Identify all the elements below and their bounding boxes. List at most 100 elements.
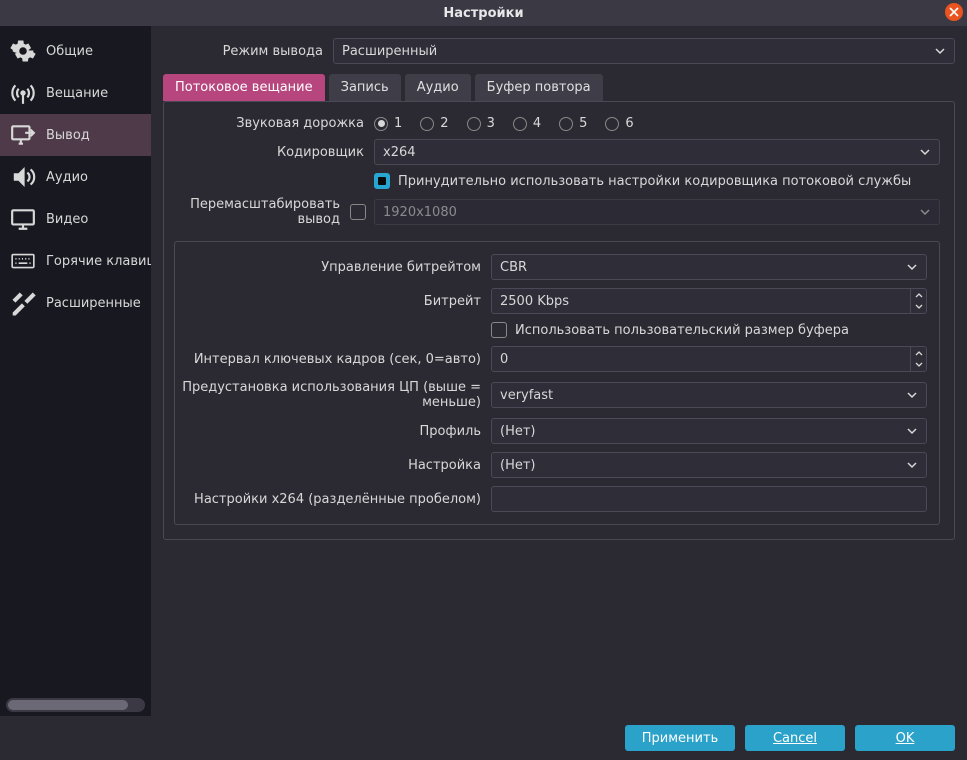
spinner-down[interactable] <box>911 301 926 313</box>
select-value: veryfast <box>500 388 906 403</box>
spinner-up[interactable] <box>911 289 926 301</box>
apply-button[interactable]: Применить <box>625 725 735 751</box>
sidebar: Общие Вещание Вывод Аудио Видео Горячие … <box>0 26 151 716</box>
enforce-encoder-checkbox[interactable] <box>374 173 390 189</box>
profile-select[interactable]: (Нет) <box>491 418 927 444</box>
chevron-down-icon <box>920 207 930 217</box>
tune-select[interactable]: (Нет) <box>491 452 927 478</box>
titlebar: Настройки <box>0 0 967 26</box>
rate-control-select[interactable]: CBR <box>491 254 927 280</box>
chevron-down-icon <box>920 147 930 157</box>
rescale-label: Перемасштабировать вывод <box>174 197 350 227</box>
ok-button[interactable]: OK <box>855 725 955 751</box>
radio-dot-icon <box>513 117 527 131</box>
spinner-up[interactable] <box>911 347 926 359</box>
sidebar-item-video[interactable]: Видео <box>0 198 151 240</box>
x264opts-input[interactable] <box>491 486 927 512</box>
sidebar-item-output[interactable]: Вывод <box>0 114 151 156</box>
sidebar-item-label: Аудио <box>46 170 88 185</box>
audio-track-6[interactable]: 6 <box>605 116 633 131</box>
scrollbar-thumb[interactable] <box>8 700 128 710</box>
chevron-down-icon <box>935 46 945 56</box>
sidebar-item-label: Расширенные <box>46 296 141 311</box>
audio-track-1[interactable]: 1 <box>374 116 402 131</box>
sidebar-item-advanced[interactable]: Расширенные <box>0 282 151 324</box>
select-value: Расширенный <box>342 44 934 59</box>
audio-track-radios: 1 2 3 4 5 6 <box>374 116 634 131</box>
rescale-checkbox[interactable] <box>350 204 366 220</box>
tab-audio[interactable]: Аудио <box>405 74 471 101</box>
radio-dot-icon <box>420 117 434 131</box>
close-button[interactable] <box>945 3 963 21</box>
output-tabs: Потоковое вещание Запись Аудио Буфер пов… <box>163 74 955 101</box>
sidebar-item-label: Вывод <box>46 128 90 143</box>
select-value: CBR <box>500 260 906 275</box>
spinner-value: 0 <box>500 352 910 367</box>
chevron-down-icon <box>907 426 917 436</box>
radio-dot-icon <box>605 117 619 131</box>
tab-streaming[interactable]: Потоковое вещание <box>163 74 325 101</box>
dialog-footer: Применить Cancel OK <box>0 716 967 760</box>
keyint-spinner[interactable]: 0 <box>491 346 927 372</box>
sidebar-item-label: Горячие клавиши <box>46 254 151 269</box>
select-value: x264 <box>383 145 919 160</box>
monitor-out-icon <box>10 122 36 148</box>
sidebar-item-label: Видео <box>46 212 88 227</box>
cancel-button[interactable]: Cancel <box>745 725 845 751</box>
sidebar-item-general[interactable]: Общие <box>0 30 151 72</box>
encoder-settings-panel: Управление битрейтом CBR Битрейт 2500 Kb… <box>174 241 940 525</box>
rate-control-label: Управление битрейтом <box>181 260 491 275</box>
chevron-up-icon <box>915 350 923 356</box>
gear-icon <box>10 38 36 64</box>
x264opts-label: Настройки x264 (разделённые пробелом) <box>181 492 491 507</box>
tab-recording[interactable]: Запись <box>329 74 401 101</box>
chevron-down-icon <box>907 460 917 470</box>
enforce-encoder-label: Принудительно использовать настройки код… <box>398 174 911 189</box>
audio-track-4[interactable]: 4 <box>513 116 541 131</box>
chevron-down-icon <box>907 390 917 400</box>
tab-replay-buffer[interactable]: Буфер повтора <box>475 74 603 101</box>
audio-track-5[interactable]: 5 <box>559 116 587 131</box>
audio-track-3[interactable]: 3 <box>467 116 495 131</box>
sidebar-item-audio[interactable]: Аудио <box>0 156 151 198</box>
select-value: (Нет) <box>500 458 906 473</box>
monitor-icon <box>10 206 36 232</box>
radio-dot-icon <box>374 117 388 131</box>
custom-buffer-checkbox[interactable] <box>491 322 507 338</box>
chevron-down-icon <box>915 362 923 368</box>
chevron-down-icon <box>915 304 923 310</box>
encoder-select[interactable]: x264 <box>374 139 940 165</box>
chevron-down-icon <box>907 262 917 272</box>
select-value: (Нет) <box>500 424 906 439</box>
tune-label: Настройка <box>181 458 491 473</box>
tools-icon <box>10 290 36 316</box>
spinner-value: 2500 Kbps <box>500 294 910 309</box>
output-mode-select[interactable]: Расширенный <box>333 38 955 64</box>
sidebar-item-label: Вещание <box>46 86 108 101</box>
sidebar-item-stream[interactable]: Вещание <box>0 72 151 114</box>
radio-dot-icon <box>559 117 573 131</box>
radio-dot-icon <box>467 117 481 131</box>
encoder-label: Кодировщик <box>174 145 374 160</box>
bitrate-spinner[interactable]: 2500 Kbps <box>491 288 927 314</box>
custom-buffer-label: Использовать пользовательский размер буф… <box>515 323 849 338</box>
output-mode-label: Режим вывода <box>163 44 333 59</box>
preset-label: Предустановка использования ЦП (выше = м… <box>181 380 491 410</box>
antenna-icon <box>10 80 36 106</box>
sidebar-scrollbar[interactable] <box>6 698 145 712</box>
keyboard-icon <box>10 248 36 274</box>
chevron-up-icon <box>915 292 923 298</box>
audio-track-2[interactable]: 2 <box>420 116 448 131</box>
window-title: Настройки <box>443 6 523 21</box>
sidebar-item-hotkeys[interactable]: Горячие клавиши <box>0 240 151 282</box>
preset-select[interactable]: veryfast <box>491 382 927 408</box>
close-icon <box>949 7 959 17</box>
bitrate-label: Битрейт <box>181 294 491 309</box>
spinner-down[interactable] <box>911 359 926 371</box>
rescale-select[interactable]: 1920x1080 <box>374 199 940 225</box>
streaming-panel: Звуковая дорожка 1 2 3 4 5 6 Кодировщик … <box>163 101 955 540</box>
profile-label: Профиль <box>181 424 491 439</box>
select-value: 1920x1080 <box>383 205 919 220</box>
audio-track-label: Звуковая дорожка <box>174 116 374 131</box>
speaker-icon <box>10 164 36 190</box>
